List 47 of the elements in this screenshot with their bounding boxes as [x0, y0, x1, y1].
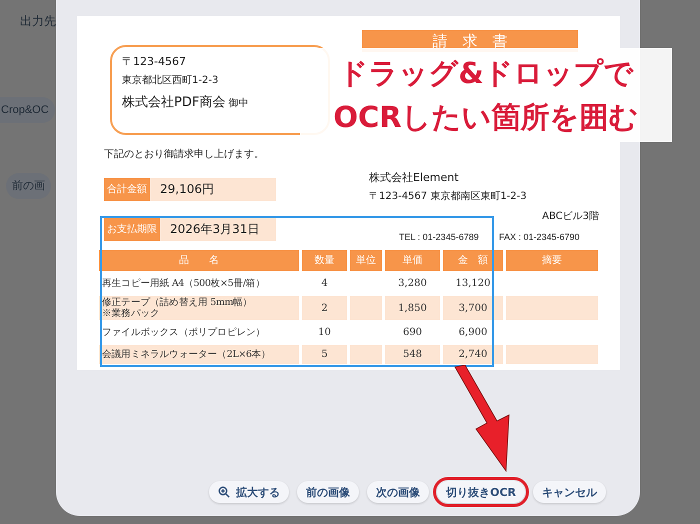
table-cell-text: 6,900 — [458, 326, 488, 340]
phone-number: TEL : 01-2345-6789 — [399, 231, 480, 244]
table-cell-text: 10 — [317, 326, 332, 340]
table-cell: 5 — [302, 345, 347, 364]
zoom-in-icon — [218, 486, 230, 498]
column-header: 摘要 — [506, 250, 598, 271]
callout-text: ドラッグ&ドロップで — [338, 55, 634, 92]
table-cell: 2 — [302, 296, 347, 320]
column-header: 数量 — [302, 250, 347, 271]
dialog-button[interactable]: 拡大する — [209, 481, 290, 503]
column-header: 金 額 — [443, 250, 503, 271]
recipient-company: 株式会社PDF商会 — [122, 94, 226, 112]
dialog-button[interactable]: 切り抜きOCR — [437, 481, 525, 503]
column-header: 品 名 — [99, 250, 299, 271]
issuer-building: ABCビル3階 — [541, 210, 599, 224]
postal-code: 〒123-4567 — [122, 54, 187, 70]
table-cell-text: ファイルボックス（ポリプロピレン） — [101, 326, 266, 340]
issuer-address: 〒123-4567 東京都南区東町1-2-3 — [369, 190, 528, 204]
column-header: 単価 — [385, 250, 440, 271]
due-date-label: お支払期限 — [104, 218, 160, 241]
honorific: 御中 — [228, 96, 248, 110]
toolbar-label: 出力先 — [20, 13, 56, 30]
issuer-company: 株式会社Element — [369, 170, 460, 186]
recipient-address: 東京都北区西町1-2-3 — [122, 74, 220, 88]
table-cell: 548 — [385, 345, 440, 364]
due-date-value: 2026年3月31日 — [170, 221, 260, 238]
table-cell — [350, 345, 382, 364]
dialog-button[interactable]: 次の画像 — [367, 481, 430, 503]
table-cell-text: 4 — [320, 277, 329, 291]
table-cell-text: 690 — [402, 326, 424, 340]
table-cell-text: 3,280 — [397, 277, 428, 291]
column-header: 単位 — [350, 250, 382, 271]
dialog-button[interactable]: 前の画像 — [297, 481, 360, 503]
table-cell: 会議用ミネラルウォーター（2L×6本） — [99, 345, 299, 364]
table-cell — [350, 296, 382, 320]
total-value: 29,106円 — [160, 181, 214, 198]
dialog-button[interactable]: キャンセル — [533, 481, 606, 503]
table-cell-text: 13,120 — [454, 277, 492, 291]
table-cell: 2,740 — [443, 345, 503, 364]
fax-number: FAX : 01-2345-6790 — [499, 231, 580, 244]
table-cell-text: 再生コピー用紙 A4（500枚×5冊/箱） — [101, 277, 266, 291]
table-cell: 3,700 — [443, 296, 503, 320]
callout-text: OCRしたい箇所を囲む — [333, 99, 639, 136]
table-cell: 修正テープ（詰め替え用 5mm幅） ※業務パック — [99, 296, 299, 320]
total-label: 合計金額 — [104, 178, 150, 201]
table-cell: 1,850 — [385, 296, 440, 320]
greeting-text: 下記のとおり御請求申し上げます。 — [104, 148, 265, 161]
